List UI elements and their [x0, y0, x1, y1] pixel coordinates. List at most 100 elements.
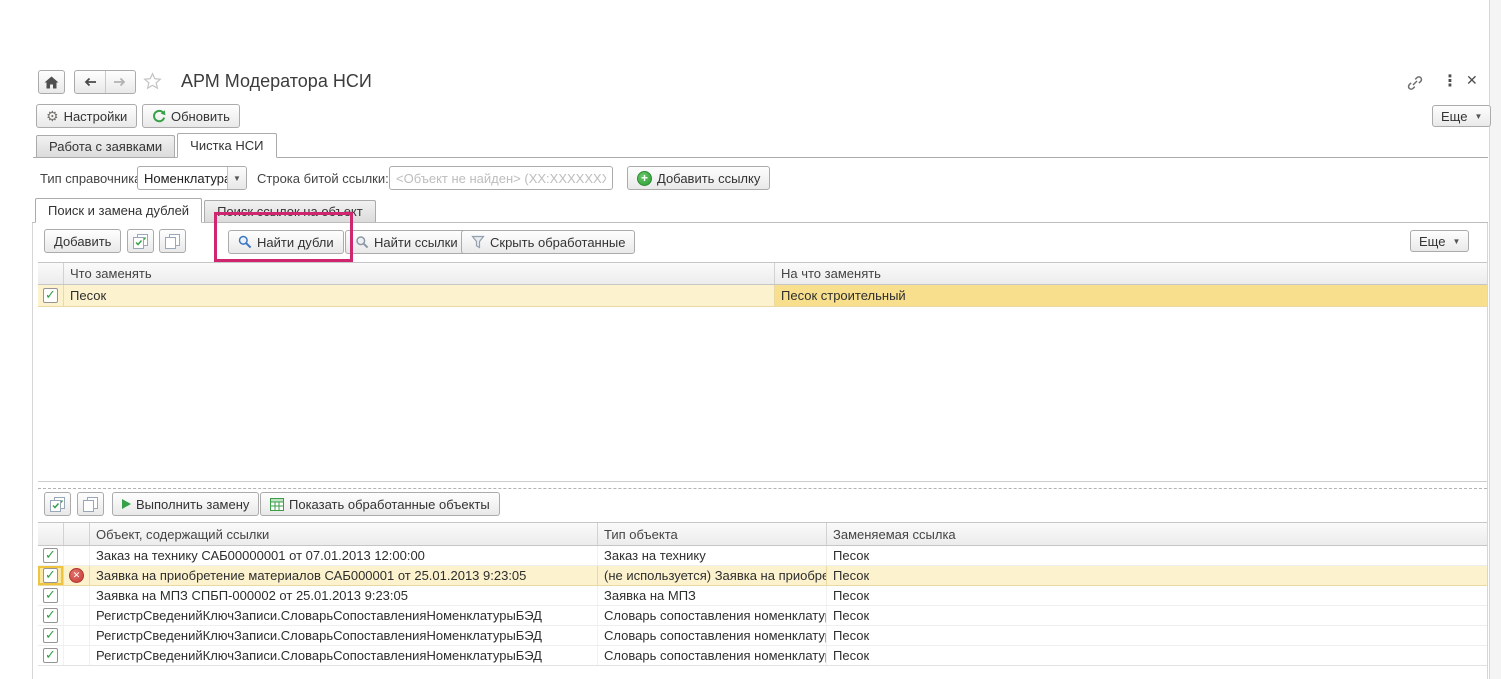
add-link-button[interactable]: + Добавить ссылку	[627, 166, 770, 190]
hide-processed-label: Скрыть обработанные	[490, 235, 625, 250]
column-header-link[interactable]: Заменяемая ссылка	[827, 523, 1487, 545]
check-all-button[interactable]	[127, 229, 154, 253]
refresh-icon	[152, 109, 166, 123]
play-icon	[122, 499, 131, 509]
row-checkbox-cell[interactable]	[38, 626, 64, 645]
tab-nsi-cleanup[interactable]: Чистка НСИ	[177, 133, 276, 158]
uncheck-all-button-bottom[interactable]	[77, 492, 104, 516]
execute-replace-button[interactable]: Выполнить замену	[112, 492, 259, 516]
broken-link-label: Строка битой ссылки:	[257, 171, 389, 186]
forward-button[interactable]	[106, 71, 136, 93]
status-column-header[interactable]	[64, 523, 90, 545]
execute-replace-label: Выполнить замену	[136, 497, 249, 512]
catalog-type-combobox[interactable]: Номенклатура ▼	[137, 166, 247, 190]
check-all-icon	[133, 234, 149, 249]
tab-find-object-links[interactable]: Поиск ссылок на объект	[204, 200, 376, 222]
kebab-menu-icon[interactable]: ⋮	[1442, 71, 1458, 91]
tab-label: Поиск и замена дублей	[48, 203, 189, 218]
show-processed-button[interactable]: Показать обработанные объекты	[260, 492, 500, 516]
column-header-type[interactable]: Тип объекта	[598, 523, 827, 545]
row-checkbox[interactable]	[43, 648, 58, 663]
cell-object[interactable]: РегистрСведенийКлючЗаписи.СловарьСопоста…	[90, 626, 598, 645]
cell-type[interactable]: Словарь сопоставления номенклатуры БЭД	[598, 626, 827, 645]
more-button-top[interactable]: Еще ▼	[1432, 105, 1491, 127]
broken-link-input[interactable]	[389, 166, 613, 190]
cell-object[interactable]: Заявка на приобретение материалов САБ000…	[90, 566, 598, 585]
row-checkbox-cell[interactable]	[38, 285, 64, 306]
object-row[interactable]: РегистрСведенийКлючЗаписи.СловарьСопоста…	[38, 606, 1487, 626]
column-header-with[interactable]: На что заменять	[775, 263, 1487, 284]
find-links-button[interactable]: Найти ссылки	[345, 230, 468, 254]
row-checkbox-cell[interactable]	[38, 586, 64, 605]
row-checkbox[interactable]	[43, 568, 58, 583]
funnel-icon	[471, 235, 485, 249]
main-tabs: Работа с заявками Чистка НСИ	[33, 133, 1488, 158]
cell-link[interactable]: Песок	[827, 646, 1487, 665]
error-icon: ✕	[69, 568, 84, 583]
uncheck-all-button[interactable]	[159, 229, 186, 253]
cell-object[interactable]: Заявка на МПЗ СПБП-000002 от 25.01.2013 …	[90, 586, 598, 605]
settings-button[interactable]: ⚙ Настройки	[36, 104, 137, 128]
tab-find-replace-duplicates[interactable]: Поиск и замена дублей	[35, 198, 202, 223]
cell-type[interactable]: (не используется) Заявка на приобретение…	[598, 566, 827, 585]
add-button[interactable]: Добавить	[44, 229, 121, 253]
cell-link[interactable]: Песок	[827, 626, 1487, 645]
replacements-table-header: Что заменять На что заменять	[38, 262, 1487, 285]
row-checkbox[interactable]	[43, 548, 58, 563]
checkbox-column-header[interactable]	[38, 263, 64, 284]
close-icon[interactable]: ✕	[1466, 72, 1478, 89]
home-button[interactable]	[38, 70, 65, 94]
more-label: Еще	[1419, 234, 1445, 249]
cell-type[interactable]: Заказ на технику	[598, 546, 827, 565]
cell-type[interactable]: Заявка на МПЗ	[598, 586, 827, 605]
cell-object[interactable]: РегистрСведенийКлючЗаписи.СловарьСопоста…	[90, 646, 598, 665]
cell-object[interactable]: Заказ на технику САБ00000001 от 07.01.20…	[90, 546, 598, 565]
find-duplicates-button[interactable]: Найти дубли	[228, 230, 344, 254]
object-row[interactable]: РегистрСведенийКлючЗаписи.СловарьСопоста…	[38, 626, 1487, 646]
checkbox-column-header[interactable]	[38, 523, 64, 545]
row-checkbox-cell[interactable]	[38, 566, 64, 585]
row-checkbox[interactable]	[43, 588, 58, 603]
object-row-selected[interactable]: ✕ Заявка на приобретение материалов САБ0…	[38, 566, 1487, 586]
cell-link[interactable]: Песок	[827, 546, 1487, 565]
object-row[interactable]: Заявка на МПЗ СПБП-000002 от 25.01.2013 …	[38, 586, 1487, 606]
row-checkbox[interactable]	[43, 628, 58, 643]
chevron-down-icon: ▼	[1452, 237, 1460, 246]
cell-link[interactable]: Песок	[827, 586, 1487, 605]
hide-processed-button[interactable]: Скрыть обработанные	[461, 230, 635, 254]
row-status-cell: ✕	[64, 566, 90, 585]
cell-with[interactable]: Песок строительный	[775, 285, 1487, 306]
row-checkbox[interactable]	[43, 608, 58, 623]
window-right-edge	[1489, 0, 1501, 679]
refresh-button[interactable]: Обновить	[142, 104, 240, 128]
cell-link[interactable]: Песок	[827, 606, 1487, 625]
cell-link[interactable]: Песок	[827, 566, 1487, 585]
get-link-icon[interactable]	[1406, 74, 1424, 92]
combobox-dropdown-button[interactable]: ▼	[227, 167, 246, 189]
row-checkbox[interactable]	[43, 288, 58, 303]
cell-type[interactable]: Словарь сопоставления номенклатуры БЭД	[598, 606, 827, 625]
tab-work-with-requests[interactable]: Работа с заявками	[36, 135, 175, 157]
row-checkbox-cell[interactable]	[38, 546, 64, 565]
replacements-table-empty-area[interactable]	[38, 307, 1487, 482]
row-status-cell	[64, 586, 90, 605]
forward-arrow-icon	[113, 77, 127, 87]
cell-object[interactable]: РегистрСведенийКлючЗаписи.СловарьСопоста…	[90, 606, 598, 625]
row-checkbox-cell[interactable]	[38, 646, 64, 665]
cell-type[interactable]: Словарь сопоставления номенклатуры БЭД	[598, 646, 827, 665]
check-all-button-bottom[interactable]	[44, 492, 71, 516]
column-header-object[interactable]: Объект, содержащий ссылки	[90, 523, 598, 545]
object-row[interactable]: РегистрСведенийКлючЗаписи.СловарьСопоста…	[38, 646, 1487, 666]
plus-icon: +	[637, 171, 652, 186]
column-header-what[interactable]: Что заменять	[64, 263, 775, 284]
row-status-cell	[64, 546, 90, 565]
uncheck-all-icon	[165, 234, 181, 249]
row-checkbox-cell[interactable]	[38, 606, 64, 625]
replacement-row[interactable]: Песок Песок строительный	[38, 285, 1487, 307]
more-button-duplicates[interactable]: Еще ▼	[1410, 230, 1469, 252]
splitter-handle[interactable]	[38, 488, 1487, 489]
object-row[interactable]: Заказ на технику САБ00000001 от 07.01.20…	[38, 546, 1487, 566]
cell-what[interactable]: Песок	[64, 285, 775, 306]
favorite-star-icon[interactable]	[143, 72, 162, 91]
back-button[interactable]	[75, 71, 106, 93]
